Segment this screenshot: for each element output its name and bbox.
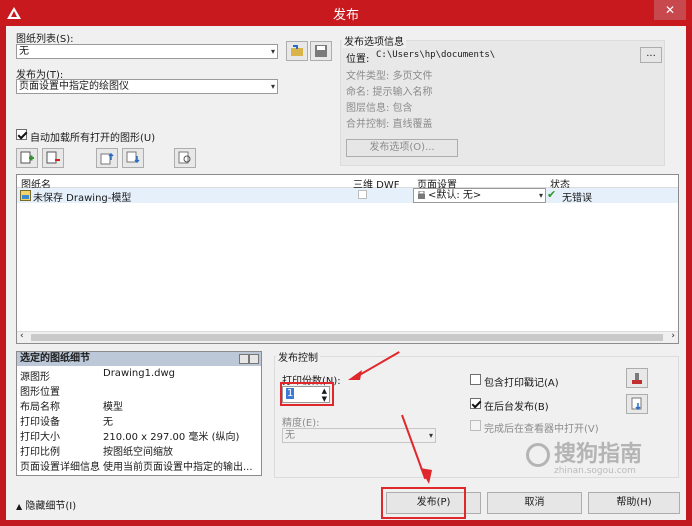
row-sheet-name: 未保存 Drawing-模型 [33,193,132,204]
annotation-arrow-head-icon [348,370,362,380]
detail-key: 打印设备 [20,417,60,428]
open-folder-icon [291,45,303,56]
watermark-logo-icon [526,443,550,467]
open-viewer-checkbox[interactable] [470,420,481,431]
help-button[interactable]: 帮助(H) [588,492,680,514]
watermark-text: 搜狗指南 [554,442,643,467]
magnifier-icon [178,151,191,164]
close-button[interactable]: ✕ [654,0,686,20]
scrollbar-thumb[interactable] [31,334,663,341]
detail-key: 打印大小 [20,432,60,443]
publish-options-title: 发布选项信息 [342,33,406,48]
move-sheet-down-button[interactable] [122,148,144,168]
chevron-down-icon: ▾ [538,191,543,200]
detail-key: 页面设置详细信息 [20,462,100,473]
file-type-text: 文件类型: 多页文件 [346,71,433,82]
load-sheet-list-button[interactable] [286,41,308,61]
publish-to-value: 页面设置中指定的绘图仪 [19,81,129,92]
detail-key: 源图形 [20,372,50,383]
detail-value: 210.00 x 297.00 毫米 (纵向) [103,432,240,443]
sheet-details-panel: 选定的图纸细节 源图形 Drawing1.dwg 图形位置 布局名称 模型 打印… [16,351,262,476]
stamp-icon [632,373,642,384]
triangle-up-icon: ▲ [16,502,23,511]
precision-label: 精度(E): [282,418,320,429]
detail-key: 打印比例 [20,447,60,458]
background-publish-label: 在后台发布(B) [484,402,549,413]
layer-info-text: 图层信息: 包含 [346,103,413,114]
remove-sheets-button[interactable] [42,148,64,168]
detail-value: 模型 [103,402,123,413]
auto-load-checkbox[interactable] [16,129,27,140]
window-title: 发布 [332,8,359,23]
table-row[interactable]: 未保存 Drawing-模型 <默认: 无> ▾ ✔ 无错误 [17,188,678,204]
table-header: 图纸名 三维 DWF 页面设置 状态 [17,175,678,191]
copies-highlight-box [280,382,334,406]
printer-icon [418,191,425,199]
background-publish-checkbox[interactable] [470,398,481,409]
hide-details-link[interactable]: ▲ 隐藏细节(I) [16,497,76,512]
scroll-right-icon[interactable]: › [671,331,675,341]
row-page-setup-combo[interactable]: <默认: 无> ▾ [413,188,546,203]
publish-highlight-box [381,487,466,519]
hide-details-label: 隐藏细节(I) [25,501,77,512]
precision-value: 无 [285,430,295,441]
detail-value: 使用当前页面设置中指定的输出... [103,462,253,473]
row-status: 无错误 [562,193,592,204]
detail-value: 无 [103,417,113,428]
sogou-watermark: 搜狗指南 [526,436,642,468]
precision-combo[interactable]: 无 ▾ [282,428,436,443]
location-label: 位置: [346,54,370,65]
include-stamp-checkbox[interactable] [470,374,481,385]
title-bar: 发布 ✕ [0,0,692,26]
row-3d-dwf-checkbox[interactable] [358,190,367,199]
save-sheet-list-button[interactable] [310,41,332,61]
horizontal-scrollbar[interactable]: ‹ › [17,331,678,343]
sheet-list-combo[interactable]: 无 ▾ [16,44,278,59]
include-stamp-label: 包含打印戳记(A) [484,378,559,389]
sheet-list-value: 无 [19,46,29,57]
cancel-button[interactable]: 取消 [487,492,582,514]
save-icon [315,45,327,57]
publish-control-title: 发布控制 [276,349,320,364]
open-viewer-label: 完成后在查看器中打开(V) [484,424,599,435]
document-arrow-icon [631,397,642,411]
detail-key: 图形位置 [20,387,60,398]
sheets-table[interactable]: 图纸名 三维 DWF 页面设置 状态 未保存 Drawing-模型 <默认: 无… [16,174,679,344]
detail-value: Drawing1.dwg [103,368,175,379]
background-settings-button[interactable] [626,394,648,414]
panel-options-icon[interactable] [239,354,259,364]
browse-button[interactable]: ... [640,47,662,63]
publish-dialog: 图纸列表(S): 无 ▾ 发布为(T): 页面设置中指定的绘图仪 ▾ 发布选项信… [6,26,686,520]
location-value: C:\Users\hp\documents\ [376,50,496,60]
sheet-list-label: 图纸列表(S): [16,34,74,45]
chevron-down-icon: ▾ [270,47,275,56]
remove-sheet-icon [46,151,60,164]
watermark-url: zhinan.sogou.com [554,466,636,476]
add-sheet-icon [20,151,34,164]
detail-key: 布局名称 [20,402,60,413]
detail-value: 按图纸空间缩放 [103,447,173,458]
merge-control-text: 合并控制: 直线覆盖 [346,119,433,130]
stamp-settings-button[interactable] [626,368,648,388]
scroll-left-icon[interactable]: ‹ [20,331,24,341]
chevron-down-icon: ▾ [428,431,433,440]
add-sheets-button[interactable] [16,148,38,168]
publish-to-combo[interactable]: 页面设置中指定的绘图仪 ▾ [16,79,278,94]
sheet-icon [20,190,31,201]
annotation-arrow-head-icon [420,468,432,484]
preview-button[interactable] [174,148,196,168]
move-down-icon [126,151,140,164]
check-icon: ✔ [547,188,557,201]
publish-options-button[interactable]: 发布选项(O)... [346,139,458,157]
auto-load-label: 自动加载所有打开的图形(U) [30,133,156,144]
details-title: 选定的图纸细节 [17,352,261,366]
move-sheet-up-button[interactable] [96,148,118,168]
move-up-icon [100,152,114,165]
naming-text: 命名: 提示输入名称 [346,87,433,98]
chevron-down-icon: ▾ [270,82,275,91]
